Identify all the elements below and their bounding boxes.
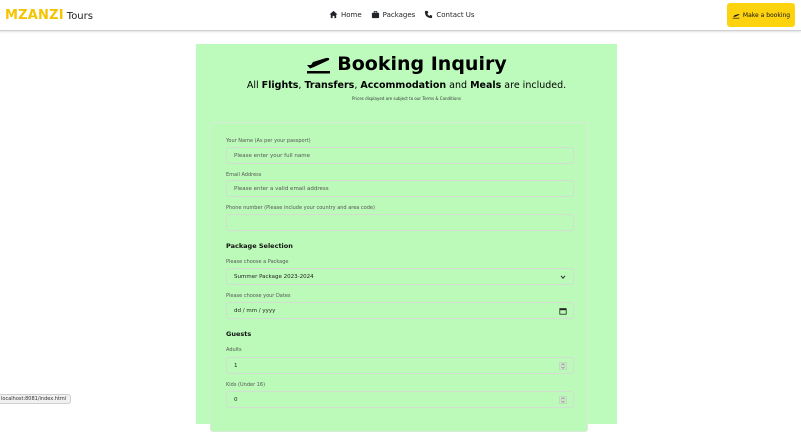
kids-input-value: 0 bbox=[234, 396, 238, 403]
subtitle-flights: Flights bbox=[261, 80, 299, 91]
phone-icon bbox=[425, 10, 433, 19]
brand-sub: Tours bbox=[66, 11, 93, 22]
status-bar-url: localhost:8081/index.html bbox=[0, 394, 72, 404]
adults-input[interactable]: 1 bbox=[226, 357, 574, 374]
nav-packages[interactable]: Packages bbox=[371, 10, 416, 19]
included-subtitle: All Flights, Transfers, Accommodation an… bbox=[196, 80, 617, 91]
booking-heading: Booking Inquiry bbox=[196, 53, 617, 75]
navbar: MZANZI Tours Home Packages Contact Us Ma… bbox=[0, 0, 801, 31]
name-input[interactable]: Please enter your full name bbox=[226, 147, 574, 164]
plane-departure-icon bbox=[732, 13, 740, 18]
nav-contact[interactable]: Contact Us bbox=[424, 10, 475, 19]
guests-section-heading: Guests bbox=[226, 330, 252, 338]
adults-label: Adults bbox=[226, 347, 242, 353]
email-label: Email Address bbox=[226, 172, 262, 178]
package-select-value: Summer Package 2023-2024 bbox=[234, 273, 314, 280]
home-icon bbox=[329, 10, 338, 19]
booking-form: Your Name (As per your passport) Please … bbox=[210, 122, 588, 432]
kids-label: Kids (Under 16) bbox=[226, 382, 266, 388]
name-label: Your Name (As per your passport) bbox=[226, 138, 311, 144]
spinner-arrows-icon[interactable] bbox=[559, 362, 567, 370]
suitcase-icon bbox=[371, 10, 379, 19]
make-booking-button[interactable]: Make a booking bbox=[727, 3, 795, 27]
package-select[interactable]: Summer Package 2023-2024 bbox=[226, 268, 574, 285]
subtitle-meals: Meals bbox=[470, 80, 502, 91]
nav-contact-label: Contact Us bbox=[436, 10, 475, 19]
terms-fine-print: Prices displayed are subject to our Term… bbox=[352, 96, 461, 101]
subtitle-prefix: All bbox=[246, 80, 262, 91]
kids-input[interactable]: 0 bbox=[226, 391, 574, 408]
nav-links: Home Packages Contact Us bbox=[329, 10, 484, 19]
subtitle-and: and bbox=[446, 80, 471, 91]
nav-home[interactable]: Home bbox=[329, 10, 362, 19]
brand-name: MZANZI bbox=[5, 8, 64, 23]
package-label: Please choose a Package bbox=[226, 259, 289, 265]
dates-input-value: dd / mm / yyyy bbox=[234, 307, 276, 314]
phone-input[interactable] bbox=[226, 214, 574, 231]
page-title: Booking Inquiry bbox=[337, 53, 507, 75]
make-booking-label: Make a booking bbox=[742, 11, 791, 19]
subtitle-accommodation: Accommodation bbox=[360, 80, 447, 91]
dates-input[interactable]: dd / mm / yyyy bbox=[226, 302, 574, 319]
subtitle-transfers: Transfers bbox=[304, 80, 355, 91]
nav-packages-label: Packages bbox=[382, 10, 416, 19]
calendar-icon[interactable] bbox=[559, 307, 567, 315]
nav-home-label: Home bbox=[341, 10, 362, 19]
phone-label: Phone number (Please include your countr… bbox=[226, 205, 375, 211]
chevron-down-icon bbox=[560, 275, 566, 280]
subtitle-suffix: are included. bbox=[501, 80, 567, 91]
dates-label: Please choose your Dates bbox=[226, 293, 291, 299]
adults-input-value: 1 bbox=[234, 362, 238, 369]
email-input[interactable]: Please enter a valid email address bbox=[226, 180, 574, 197]
brand-logo[interactable]: MZANZI Tours bbox=[5, 8, 93, 23]
booking-panel: Booking Inquiry All Flights, Transfers, … bbox=[196, 44, 617, 432]
plane-departure-icon bbox=[307, 57, 331, 74]
package-section-heading: Package Selection bbox=[226, 242, 293, 250]
spinner-arrows-icon[interactable] bbox=[559, 396, 567, 404]
